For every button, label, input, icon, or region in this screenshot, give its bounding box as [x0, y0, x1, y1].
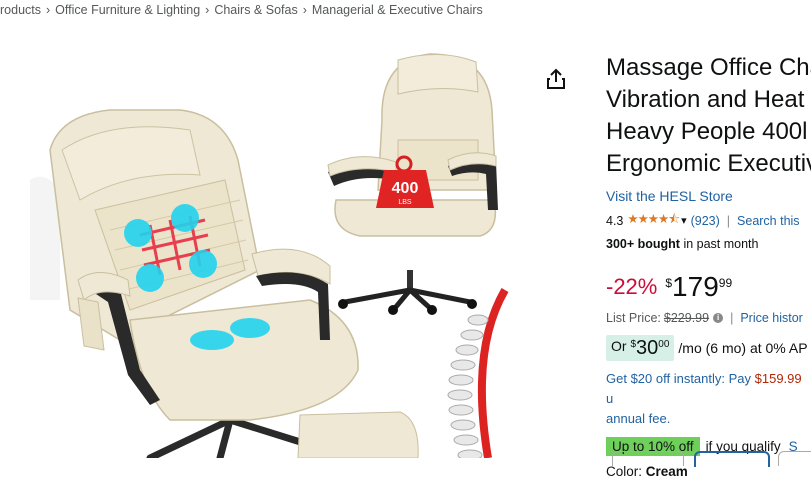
instant-price: $159.99 [754, 371, 802, 386]
rating-value: 4.3 [606, 213, 624, 228]
discount-percent: -22% [606, 274, 658, 299]
badge-unit-text: LBS [398, 199, 412, 206]
breadcrumb-separator: › [302, 3, 307, 17]
store-link[interactable]: Visit the HESL Store [606, 188, 811, 204]
info-icon[interactable]: i [713, 313, 724, 323]
rating-count-link[interactable]: (923) [691, 214, 720, 228]
breadcrumb-item[interactable]: Managerial & Executive Chairs [312, 3, 483, 17]
bought-count: 300+ bought in past month [606, 237, 811, 251]
color-value: Cream [645, 464, 688, 479]
star-rating-icon[interactable]: ★★★★⯪ [627, 210, 680, 231]
color-swatch[interactable] [778, 451, 811, 466]
color-label: Color: [606, 464, 643, 479]
breadcrumb: roducts › Office Furniture & Lighting › Chai… [0, 3, 483, 17]
color-swatch-selected[interactable] [694, 451, 770, 467]
instant-discount-offer[interactable]: Get $20 off instantly: Pay $159.99 u ann… [606, 369, 811, 429]
breadcrumb-item[interactable]: Chairs & Sofas [214, 3, 297, 17]
price-history-link[interactable]: Price histor [740, 311, 803, 325]
title-line: Ergonomic Executiv [606, 150, 811, 177]
title-line: Heavy People 400l [606, 118, 808, 145]
bought-count-rest: in past month [679, 237, 759, 251]
instant-line2: annual fee. [606, 411, 671, 426]
breadcrumb-item[interactable]: roducts [0, 3, 41, 17]
product-info: Massage Office Cha Vibration and Heat He… [606, 52, 811, 479]
rating-row: 4.3 ★★★★⯪ ▾ (923) | Search this [606, 210, 811, 231]
monthly-or: Or [611, 338, 627, 354]
breadcrumb-separator: › [205, 3, 210, 17]
monthly-amount: 30 [636, 337, 659, 359]
monthly-badge[interactable]: Or $30 00 [606, 335, 675, 361]
monthly-terms: /mo (6 mo) at 0% AP [678, 340, 808, 356]
product-image[interactable]: 400 LBS [0, 40, 560, 458]
instant-text: Get $20 off instantly: Pay [606, 371, 755, 386]
price-fraction: 99 [718, 276, 733, 290]
badge-weight-text: 400 [392, 180, 419, 197]
list-price-row: List Price: $229.99 i | Price histor [606, 311, 811, 325]
share-icon[interactable] [545, 68, 567, 90]
color-swatch[interactable] [612, 451, 684, 466]
search-this-page-link[interactable]: Search this [737, 214, 800, 228]
divider: | [730, 311, 734, 325]
title-line: Vibration and Heat [606, 86, 805, 113]
instant-after: u [606, 391, 614, 406]
breadcrumb-separator: › [46, 3, 51, 17]
price-currency: $ [665, 276, 673, 290]
monthly-payment-row: Or $30 00 /mo (6 mo) at 0% AP [606, 335, 811, 361]
list-price-label: List Price: [606, 311, 661, 325]
monthly-cents: 00 [658, 339, 670, 350]
title-line: Massage Office Cha [606, 54, 811, 81]
divider: | [726, 213, 731, 228]
chevron-down-icon[interactable]: ▾ [681, 214, 687, 227]
price-row: -22% $ 179 99 [606, 273, 811, 301]
breadcrumb-item[interactable]: Office Furniture & Lighting [55, 3, 200, 17]
product-title: Massage Office Cha Vibration and Heat He… [606, 52, 811, 180]
list-price-value: $229.99 [663, 311, 710, 325]
bought-count-bold: 300+ bought [606, 237, 680, 251]
price-whole: 179 [672, 271, 719, 302]
